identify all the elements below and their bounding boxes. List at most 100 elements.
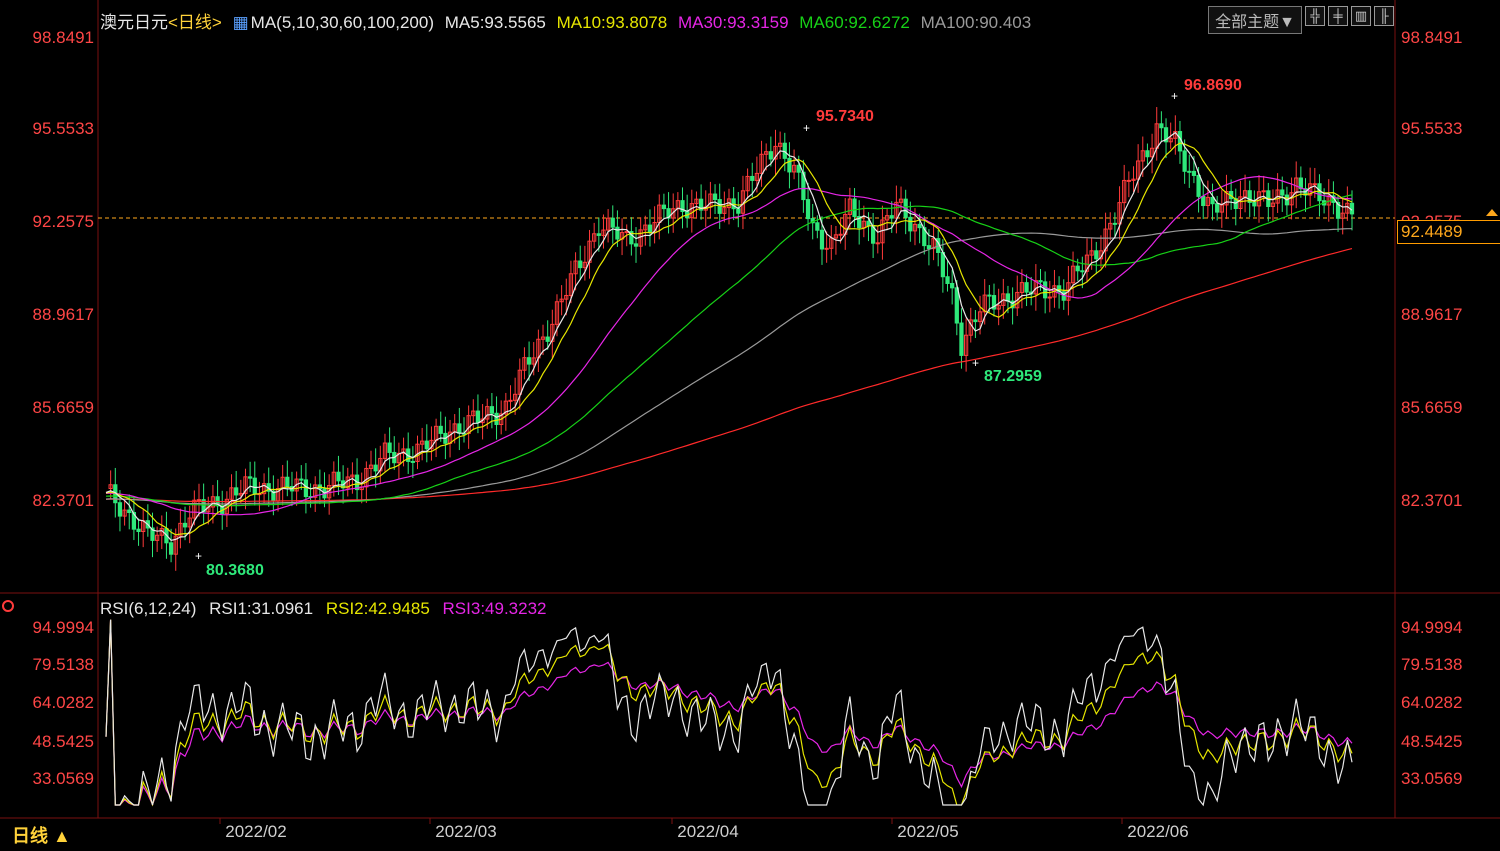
panel-icon[interactable]: ╟ bbox=[1374, 6, 1394, 26]
y-tick-left: 88.9617 bbox=[33, 305, 94, 324]
candle-body bbox=[712, 193, 718, 201]
candlestick-plot[interactable]: +95.7340 +96.8690 +87.2959 +80.3680 bbox=[98, 77, 1498, 579]
rsi-tick-right: 94.9994 bbox=[1401, 618, 1462, 637]
extreme-marker: + bbox=[195, 549, 202, 563]
candle-body bbox=[438, 425, 443, 434]
candle-body bbox=[875, 242, 880, 245]
candle-body bbox=[750, 175, 755, 181]
candle-body bbox=[1024, 282, 1029, 293]
ma-params[interactable]: MA(5,10,30,60,100,200) bbox=[251, 13, 434, 32]
ma5-value: MA5:93.5565 bbox=[444, 13, 546, 32]
candle-body bbox=[136, 528, 141, 533]
ma100-line bbox=[105, 228, 1352, 505]
candle-body bbox=[526, 357, 532, 365]
ma60-value: MA60:92.6272 bbox=[799, 13, 910, 32]
y-tick-right: 88.9617 bbox=[1401, 305, 1462, 324]
theme-dropdown[interactable]: 全部主题▼ bbox=[1208, 6, 1302, 34]
candle-body bbox=[926, 245, 932, 250]
candle-body bbox=[457, 423, 462, 434]
candle-body bbox=[252, 477, 257, 495]
candle-body bbox=[596, 233, 601, 236]
period-link[interactable]: <日线> bbox=[168, 13, 222, 32]
rsi-tick-left: 94.9994 bbox=[33, 618, 94, 637]
chart-frame bbox=[0, 0, 1500, 819]
chart-canvas[interactable]: +95.7340 +96.8690 +87.2959 +80.3680 98.8491… bbox=[0, 0, 1500, 851]
rsi1-value: RSI1:31.0961 bbox=[209, 599, 314, 618]
candle-body bbox=[489, 406, 495, 414]
rsi3-value: RSI3:49.3232 bbox=[442, 599, 547, 618]
candle-body bbox=[633, 243, 639, 247]
candle-body bbox=[410, 460, 415, 463]
y-tick-right: 98.8491 bbox=[1401, 28, 1462, 47]
indicator-toggle-icon[interactable] bbox=[2, 600, 14, 612]
candle-body bbox=[117, 502, 123, 517]
candle-body bbox=[494, 412, 499, 425]
candle-body bbox=[424, 440, 429, 450]
candle-body bbox=[889, 215, 894, 219]
low-price-label: 87.2959 bbox=[984, 368, 1042, 385]
layout-icon[interactable]: ▥ bbox=[1351, 6, 1371, 26]
ma30-value: MA30:93.3159 bbox=[677, 13, 789, 32]
candle-body bbox=[805, 199, 811, 220]
candle-body bbox=[987, 294, 992, 297]
candle-body bbox=[717, 199, 722, 214]
candle-body bbox=[1005, 293, 1011, 302]
period-selector[interactable]: 日线 ▲ bbox=[12, 822, 71, 848]
y-tick-left: 85.6659 bbox=[33, 398, 94, 417]
candle-body bbox=[1182, 150, 1187, 172]
rsi-tick-right: 48.5425 bbox=[1401, 732, 1462, 751]
y-tick-left: 82.3701 bbox=[33, 491, 94, 510]
candle-body bbox=[1252, 201, 1257, 207]
candle-body bbox=[387, 442, 392, 453]
symbol-name: 澳元日元 bbox=[100, 13, 168, 32]
candle-body bbox=[1094, 250, 1099, 260]
x-tick-label: 2022/04 bbox=[677, 822, 738, 841]
candle-body bbox=[945, 276, 950, 284]
candle-body bbox=[1261, 190, 1266, 193]
candle-body bbox=[1080, 270, 1085, 273]
extreme-marker: + bbox=[1171, 89, 1178, 103]
y-tick-left: 92.2575 bbox=[33, 212, 94, 231]
candle-body bbox=[127, 509, 132, 513]
candle-body bbox=[959, 322, 964, 356]
y-tick-right: 95.5533 bbox=[1401, 119, 1462, 138]
candle-body bbox=[954, 287, 959, 324]
rsi2-value: RSI2:42.9485 bbox=[325, 599, 430, 618]
candle-body bbox=[1280, 189, 1285, 196]
high-price-label: 95.7340 bbox=[816, 108, 874, 125]
rsi-params[interactable]: RSI(6,12,24) bbox=[100, 599, 196, 618]
grid-icon[interactable]: ╬ bbox=[1305, 6, 1325, 26]
candle-body bbox=[1215, 203, 1220, 213]
ma60-line bbox=[105, 194, 1353, 507]
chart-toolbar: 全部主题▼ ╬ ╪ ▥ ╟ bbox=[1208, 6, 1394, 34]
candle-body bbox=[234, 487, 239, 496]
candle-body bbox=[545, 336, 550, 342]
candle-body bbox=[819, 229, 825, 250]
y-tick-right: 85.6659 bbox=[1401, 398, 1462, 417]
candle-body bbox=[299, 478, 304, 481]
candle-body bbox=[578, 260, 583, 269]
high-price-label: 96.8690 bbox=[1184, 77, 1242, 94]
x-tick-label: 2022/05 bbox=[897, 822, 958, 841]
x-tick-label: 2022/03 bbox=[435, 822, 496, 841]
rsi-plot[interactable] bbox=[105, 619, 1353, 807]
main-chart-header: 澳元日元<日线> ▦ MA(5,10,30,60,100,200) MA5:93.… bbox=[100, 8, 1037, 33]
candle-body bbox=[908, 216, 913, 232]
candle-body bbox=[373, 464, 378, 472]
x-tick-label: 2022/02 bbox=[225, 822, 286, 841]
candle-body bbox=[610, 217, 615, 228]
candle-body bbox=[1312, 183, 1317, 186]
indicator-icon[interactable]: ▦ bbox=[233, 13, 249, 32]
candle-body bbox=[615, 226, 620, 240]
ma30-line bbox=[105, 175, 1353, 516]
rsi2-line bbox=[105, 619, 1353, 807]
candle-body bbox=[973, 319, 978, 323]
extreme-marker: + bbox=[972, 356, 979, 370]
split-icon[interactable]: ╪ bbox=[1328, 6, 1348, 26]
candle-body bbox=[1038, 280, 1043, 283]
candle-body bbox=[647, 224, 653, 233]
candle-body bbox=[661, 204, 667, 210]
candle-body bbox=[508, 399, 513, 402]
candle-body bbox=[1191, 170, 1197, 176]
candle-body bbox=[285, 476, 290, 488]
